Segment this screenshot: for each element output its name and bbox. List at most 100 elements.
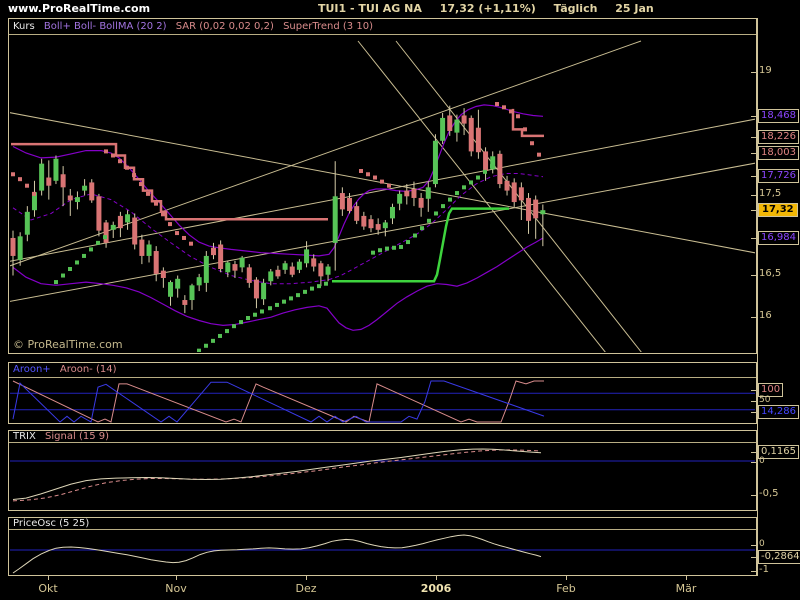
candle-body[interactable] [376, 224, 381, 230]
candle-body[interactable] [168, 282, 173, 297]
candle-body[interactable] [240, 258, 245, 268]
candle-body[interactable] [311, 258, 316, 266]
candle-body[interactable] [247, 267, 252, 283]
candle-body[interactable] [476, 128, 481, 153]
candle-body[interactable] [182, 300, 187, 305]
candle-body[interactable] [283, 263, 288, 270]
candle-body[interactable] [347, 198, 352, 211]
candlestick-chart[interactable] [9, 19, 756, 353]
candle-body[interactable] [211, 248, 216, 255]
right-axis-labels[interactable]: 1918,46818,22618,00317,72617,517,3216,98… [750, 18, 800, 578]
candle-body[interactable] [204, 256, 209, 283]
price-chart-panel[interactable]: Kurs Boll+ Boll- BollMA (20 2) SAR (0,02… [8, 18, 757, 354]
candle-body[interactable] [104, 222, 109, 242]
prorealtime-window: www.ProRealTime.com TUI1 - TUI AG NA 17,… [0, 0, 800, 600]
candle-body[interactable] [433, 141, 438, 184]
candle-body[interactable] [218, 245, 223, 270]
candle-body[interactable] [505, 181, 510, 191]
candle-body[interactable] [139, 240, 144, 256]
legend-aroon-plus[interactable]: Aroon+ [13, 364, 51, 375]
candle-body[interactable] [411, 189, 416, 198]
candle-body[interactable] [419, 198, 424, 208]
sar-dot-down [182, 236, 186, 240]
candle-body[interactable] [390, 207, 395, 218]
candle-body[interactable] [426, 187, 431, 198]
candle-body[interactable] [383, 222, 388, 228]
candle-body[interactable] [261, 283, 266, 299]
trix-axis-label: 0 [759, 455, 765, 467]
candle-body[interactable] [462, 115, 467, 123]
candle-body[interactable] [147, 245, 152, 256]
candle-body[interactable] [190, 285, 195, 300]
candle-body[interactable] [326, 267, 331, 275]
candle-body[interactable] [540, 210, 545, 214]
candle-body[interactable] [197, 277, 202, 285]
candle-body[interactable] [46, 178, 51, 186]
candle-body[interactable] [75, 197, 80, 202]
candle-body[interactable] [526, 198, 531, 221]
candle-body[interactable] [89, 182, 94, 200]
candle-body[interactable] [512, 182, 517, 202]
candle-body[interactable] [25, 212, 30, 235]
candle-body[interactable] [61, 174, 66, 187]
candle-body[interactable] [361, 216, 366, 227]
legend-priceosc[interactable]: PriceOsc (5 25) [13, 518, 89, 529]
candle-body[interactable] [318, 263, 323, 276]
sar-dot-down [25, 184, 29, 188]
month-label: Okt [38, 582, 57, 595]
candle-body[interactable] [404, 191, 409, 197]
candle-body[interactable] [161, 271, 166, 278]
candle-body[interactable] [118, 216, 123, 228]
candle-body[interactable] [454, 120, 459, 133]
candle-body[interactable] [18, 236, 23, 260]
candle-body[interactable] [232, 264, 237, 271]
legend-bollinger[interactable]: Boll+ Boll- BollMA (20 2) [44, 21, 167, 32]
candle-body[interactable] [154, 251, 159, 274]
legend-sar[interactable]: SAR (0,02 0,02 0,2) [176, 21, 274, 32]
candle-body[interactable] [447, 115, 452, 131]
candle-body[interactable] [111, 225, 116, 230]
legend-trix[interactable]: TRIX [13, 431, 36, 442]
candle-body[interactable] [82, 186, 87, 191]
candle-body[interactable] [275, 270, 280, 277]
candle-body[interactable] [68, 196, 73, 201]
candle-body[interactable] [132, 218, 137, 245]
candle-body[interactable] [519, 187, 524, 200]
candle-body[interactable] [497, 154, 502, 184]
candle-body[interactable] [125, 214, 130, 222]
candle-body[interactable] [297, 262, 302, 270]
candle-body[interactable] [354, 206, 359, 221]
priceosc-panel[interactable]: PriceOsc (5 25) [8, 517, 757, 576]
candle-body[interactable] [333, 196, 338, 243]
candle-body[interactable] [268, 271, 273, 281]
sar-dot-up [68, 267, 72, 271]
candle-body[interactable] [369, 219, 374, 228]
candle-body[interactable] [304, 249, 309, 263]
legend-aroon-minus[interactable]: Aroon- (14) [60, 364, 117, 375]
legend-supertrend[interactable]: SuperTrend (3 10) [283, 21, 373, 32]
candle-body[interactable] [175, 279, 180, 289]
candle-body[interactable] [397, 194, 402, 204]
time-axis-tick [686, 576, 687, 580]
sar-dot-up [441, 204, 445, 208]
candle-body[interactable] [483, 151, 488, 171]
candle-body[interactable] [469, 118, 474, 151]
candle-body[interactable] [254, 280, 259, 299]
candle-body[interactable] [225, 262, 230, 272]
candle-body[interactable] [340, 193, 345, 209]
candle-body[interactable] [440, 118, 445, 141]
time-axis[interactable]: OktNovDez2006FebMär [0, 576, 800, 600]
candle-body[interactable] [533, 200, 538, 219]
candle-body[interactable] [39, 164, 44, 191]
candle-body[interactable] [96, 196, 101, 230]
candle-body[interactable] [53, 159, 58, 181]
sar-dot-up [476, 176, 480, 180]
legend-trix-signal[interactable]: Signal (15 9) [45, 431, 109, 442]
trix-panel[interactable]: TRIX Signal (15 9) [8, 430, 757, 511]
candle-body[interactable] [290, 267, 295, 275]
trendline[interactable] [9, 119, 756, 263]
aroon-panel[interactable]: Aroon+ Aroon- (14) [8, 362, 757, 424]
candle-body[interactable] [11, 238, 16, 256]
brand-logo-text[interactable]: www.ProRealTime.com [8, 2, 150, 15]
trendline[interactable] [358, 41, 606, 353]
